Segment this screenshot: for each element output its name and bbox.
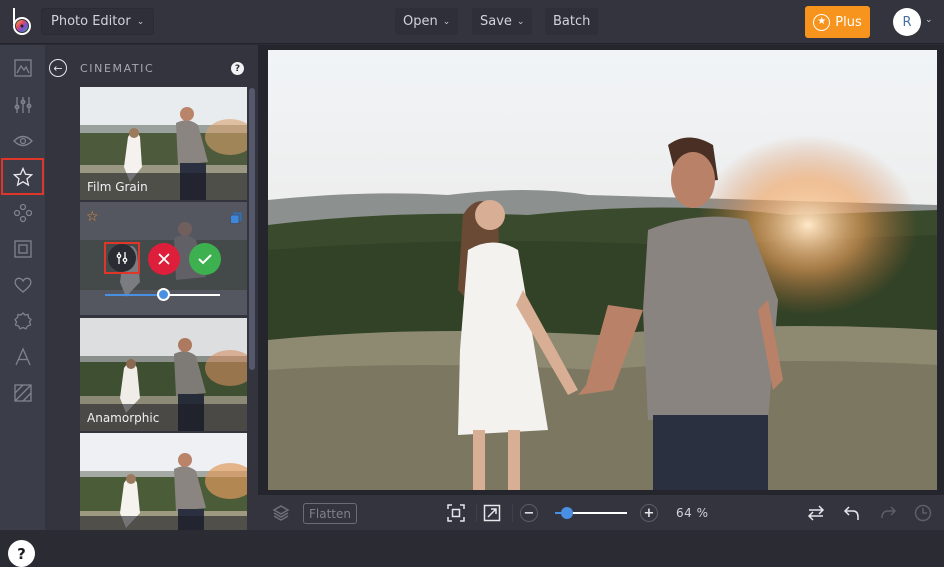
chevron-down-icon: ⌄	[442, 16, 451, 27]
zoom-slider[interactable]	[555, 507, 627, 519]
effect-settings-button[interactable]	[104, 242, 140, 274]
compare-button[interactable]	[806, 503, 826, 523]
open-label: Open	[403, 14, 438, 29]
app-name: Photo Editor	[51, 14, 131, 29]
effect-label	[80, 516, 247, 530]
texture-icon	[13, 383, 32, 402]
app-switcher-dropdown[interactable]: Photo Editor ⌄	[41, 8, 155, 35]
rail-item-touch-up[interactable]	[0, 122, 45, 159]
befunky-logo[interactable]	[10, 7, 34, 35]
effect-thumbnail-film-grain[interactable]: Film Grain	[80, 87, 247, 200]
checkmark-icon	[198, 254, 212, 265]
layers-icon	[272, 505, 290, 521]
tool-rail: ?	[0, 45, 45, 567]
favorite-star-icon[interactable]: ☆	[86, 209, 99, 225]
zoom-slider-handle[interactable]	[561, 507, 574, 519]
zoom-out-button[interactable]: −	[520, 504, 538, 522]
slider-handle[interactable]	[156, 288, 170, 301]
flatten-label: Flatten	[309, 506, 351, 521]
rail-item-frames[interactable]	[0, 230, 45, 267]
fit-to-screen-button[interactable]	[446, 503, 466, 523]
shapes-icon	[13, 203, 32, 222]
undo-button[interactable]	[842, 503, 862, 523]
redo-icon	[881, 506, 897, 519]
close-icon	[158, 253, 170, 265]
redo-button[interactable]	[878, 503, 898, 523]
star-icon	[12, 166, 33, 186]
zoom-in-button[interactable]: +	[640, 504, 658, 522]
image-icon	[13, 58, 32, 77]
slider-fill	[105, 294, 163, 296]
active-effect-card: ☆	[80, 202, 247, 315]
help-label: ?	[234, 63, 241, 74]
help-button[interactable]: ?	[8, 540, 35, 567]
flatten-button[interactable]: Flatten	[303, 503, 357, 524]
plus-label: Plus	[835, 14, 862, 30]
effect-thumbnail-anamorphic[interactable]: Anamorphic	[80, 318, 247, 431]
rail-item-text[interactable]	[0, 338, 45, 375]
rail-item-overlays[interactable]	[0, 266, 45, 303]
divider	[476, 504, 477, 522]
cancel-effect-button[interactable]	[148, 243, 180, 275]
bottom-toolbar: Flatten − + 64 %	[258, 495, 944, 530]
undo-icon	[843, 506, 859, 520]
effect-thumbnail[interactable]	[80, 433, 247, 530]
rail-item-stickers[interactable]	[0, 302, 45, 339]
user-avatar[interactable]: R	[893, 8, 921, 36]
chevron-down-icon: ⌄	[136, 16, 145, 27]
minus-icon: −	[523, 505, 535, 521]
chevron-down-icon: ⌄	[516, 16, 525, 27]
star-badge-icon: ★	[813, 13, 831, 31]
panel-scrollbar[interactable]	[249, 88, 255, 370]
rail-item-adjust[interactable]	[0, 86, 45, 123]
plus-upgrade-button[interactable]: ★ Plus	[805, 6, 870, 38]
batch-button[interactable]: Batch	[545, 8, 599, 35]
effect-intensity-slider[interactable]	[105, 288, 220, 301]
layers-button[interactable]	[271, 503, 291, 523]
divider	[512, 504, 513, 522]
fit-screen-icon	[447, 504, 465, 522]
effect-label: Anamorphic	[80, 404, 247, 431]
back-arrow-icon[interactable]: ←	[49, 59, 67, 77]
top-bar: Photo Editor ⌄ Open ⌄ Save ⌄ Batch ★ Plu…	[0, 0, 944, 44]
avatar-initial: R	[902, 14, 912, 30]
badge-icon	[13, 311, 32, 330]
effect-label: Film Grain	[80, 173, 247, 200]
edited-photo[interactable]	[268, 50, 937, 490]
sliders-icon	[14, 96, 31, 113]
canvas-area	[258, 45, 944, 495]
help-label: ?	[17, 544, 26, 563]
plus-icon: +	[643, 505, 655, 521]
expand-arrow-icon	[483, 504, 501, 522]
panel-title: CINEMATIC	[80, 62, 155, 75]
clock-icon	[914, 504, 932, 522]
blend-layers-icon[interactable]	[230, 212, 242, 224]
batch-label: Batch	[553, 14, 591, 29]
swap-arrows-icon	[807, 505, 825, 521]
rail-item-image[interactable]	[0, 49, 45, 86]
open-menu-button[interactable]: Open ⌄	[395, 8, 459, 35]
panel-help-button[interactable]: ?	[231, 62, 244, 75]
frame-icon	[13, 239, 32, 258]
rail-item-textures[interactable]	[0, 374, 45, 411]
save-label: Save	[480, 14, 512, 29]
text-icon	[14, 346, 31, 365]
rail-item-graphics[interactable]	[0, 194, 45, 231]
chevron-down-icon[interactable]: ⌄	[925, 15, 933, 25]
rail-item-effects[interactable]	[1, 158, 44, 195]
actual-size-button[interactable]	[482, 503, 502, 523]
eye-icon	[12, 135, 33, 146]
heart-icon	[13, 277, 32, 293]
apply-effect-button[interactable]	[189, 243, 221, 275]
history-button[interactable]	[913, 503, 933, 523]
sliders-icon	[116, 252, 128, 264]
zoom-level: 64 %	[676, 506, 709, 520]
save-menu-button[interactable]: Save ⌄	[472, 8, 533, 35]
